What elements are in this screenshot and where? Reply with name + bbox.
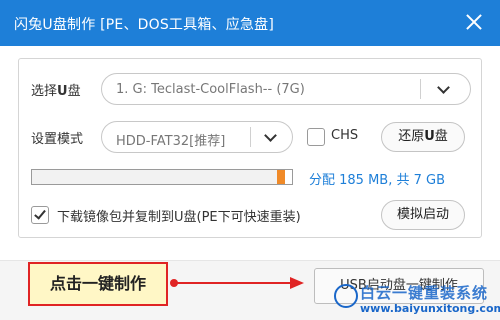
download-label: 下载镜像包并复制到U盘(PE下可快速重装): [57, 210, 301, 225]
usb-drive-select[interactable]: 1. G: Teclast-CoolFlash-- (7G): [101, 73, 471, 105]
restore-usb-button[interactable]: 还原U盘: [381, 122, 465, 152]
chs-label: CHS: [331, 128, 359, 143]
instruction-callout: 点击一键制作: [28, 262, 168, 306]
partition-bar: [31, 169, 293, 185]
window-title: 闪兔U盘制作 [PE、DOS工具箱、应急盘]: [14, 17, 274, 33]
watermark-url: www.baiyunxitong.com: [360, 302, 500, 315]
settings-panel: 选择U盘 1. G: Teclast-CoolFlash-- (7G) 设置模式…: [18, 58, 482, 238]
watermark: 白云一键重装系统 www.baiyunxitong.com: [330, 278, 500, 320]
simulate-boot-button[interactable]: 模拟启动: [381, 200, 465, 230]
partition-size-text: 分配 185 MB, 共 7 GB: [309, 173, 446, 188]
checkmark-icon: [34, 207, 46, 220]
select-usb-label: 选择U盘: [31, 84, 81, 99]
mode-label: 设置模式: [31, 132, 84, 147]
partition-bar-fill: [32, 170, 277, 184]
usb-drive-value: 1. G: Teclast-CoolFlash-- (7G): [116, 82, 305, 97]
watermark-logo-icon: [334, 284, 358, 308]
mode-value: HDD-FAT32[推荐]: [116, 134, 226, 149]
watermark-text: 白云一键重装系统: [360, 284, 489, 302]
partition-marker: [277, 170, 285, 184]
chevron-down-icon: [437, 81, 450, 94]
arrow-head-icon: [290, 277, 304, 289]
arrow-line: [174, 282, 294, 284]
download-checkbox[interactable]: [31, 206, 49, 224]
close-icon[interactable]: [462, 10, 486, 34]
chevron-down-icon: [264, 129, 277, 142]
mode-select[interactable]: HDD-FAT32[推荐]: [101, 121, 293, 153]
title-bar: 闪兔U盘制作 [PE、DOS工具箱、应急盘]: [0, 0, 500, 46]
chs-checkbox[interactable]: [307, 128, 325, 146]
